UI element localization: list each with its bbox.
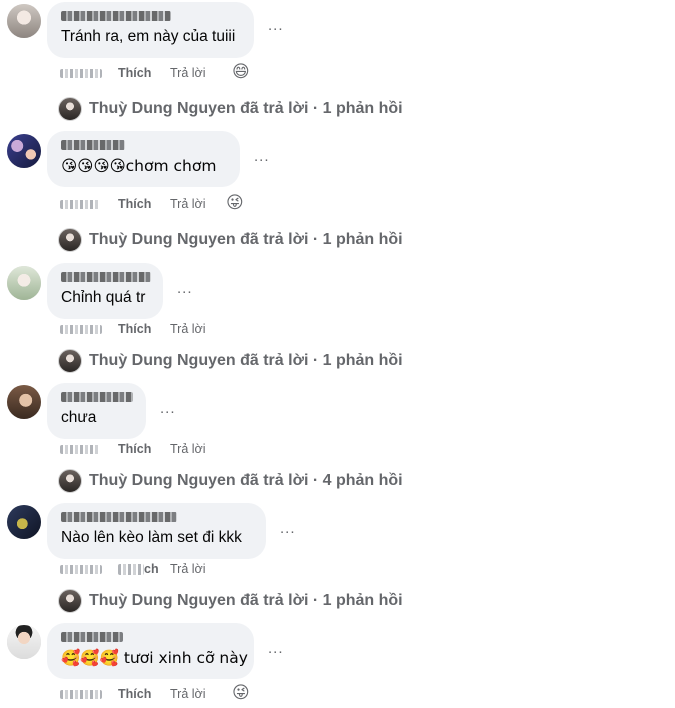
comment-text: Chỉnh quá tr — [61, 289, 146, 306]
avatar[interactable] — [7, 134, 41, 168]
replier-avatar — [58, 469, 82, 493]
reply-button[interactable]: Trả lời — [170, 66, 206, 80]
reply-summary[interactable]: Thuỳ Dung Nguyen đã trả lời · 1 phản hồi — [89, 352, 403, 370]
reply-button[interactable]: Trả lời — [170, 442, 206, 456]
replier-avatar — [58, 349, 82, 373]
comment-actions: Thích Trả lời 😜 — [60, 683, 360, 703]
comment-actions: Thích Trả lời 😄 — [60, 62, 360, 82]
more-options-button[interactable]: ... — [160, 400, 176, 417]
comment-actions: Thích Trả lời — [60, 321, 360, 337]
view-replies-link[interactable]: Thuỳ Dung Nguyen đã trả lời · 1 phản hồi — [58, 349, 403, 373]
more-options-button[interactable]: ... — [268, 17, 284, 34]
blurred-timestamp — [60, 324, 102, 334]
view-replies-link[interactable]: Thuỳ Dung Nguyen đã trả lời · 1 phản hồi — [58, 97, 403, 121]
blurred-author-name[interactable] — [61, 392, 133, 402]
comment-bubble: Nào lên kèo làm set đi kkk — [47, 503, 266, 559]
like-button[interactable]: ch — [144, 562, 159, 576]
comment-text: 🥰🥰🥰 tươi xinh cỡ này — [61, 649, 248, 667]
like-button[interactable]: Thích — [118, 322, 151, 336]
comment-actions: ch Trả lời — [60, 561, 360, 577]
blurred-author-name[interactable] — [61, 632, 123, 642]
blurred-author-name[interactable] — [61, 512, 177, 522]
reply-button[interactable]: Trả lời — [170, 197, 206, 211]
reply-summary[interactable]: Thuỳ Dung Nguyen đã trả lời · 1 phản hồi — [89, 231, 403, 249]
more-options-button[interactable]: ... — [177, 280, 193, 297]
avatar[interactable] — [7, 4, 41, 38]
view-replies-link[interactable]: Thuỳ Dung Nguyen đã trả lời · 4 phản hồi — [58, 469, 403, 493]
reaction-emoji[interactable]: 😜 — [232, 683, 250, 703]
more-options-button[interactable]: ... — [268, 640, 284, 657]
comment-bubble: 😘😘😘😘chơm chơm — [47, 131, 240, 187]
view-replies-link[interactable]: Thuỳ Dung Nguyen đã trả lời · 1 phản hồi — [58, 228, 403, 252]
comment-actions: Thích Trả lời — [60, 441, 360, 457]
replier-avatar — [58, 97, 82, 121]
blurred-timestamp — [60, 68, 102, 78]
like-button[interactable]: Thích — [118, 197, 151, 211]
avatar[interactable] — [7, 385, 41, 419]
blurred-author-name[interactable] — [61, 272, 151, 282]
reply-summary[interactable]: Thuỳ Dung Nguyen đã trả lời · 4 phản hồi — [89, 472, 403, 490]
comment-text: 😘😘😘😘chơm chơm — [61, 157, 217, 175]
blurred-author-name[interactable] — [61, 11, 171, 21]
comment-bubble: Tránh ra, em này của tuiii — [47, 2, 254, 58]
view-replies-link[interactable]: Thuỳ Dung Nguyen đã trả lời · 1 phản hồi — [58, 589, 403, 613]
reply-button[interactable]: Trả lời — [170, 562, 206, 576]
comment-actions: Thích Trả lời 😜 — [60, 193, 360, 213]
blurred-timestamp — [60, 444, 100, 454]
blurred-author-name[interactable] — [61, 140, 125, 150]
reply-button[interactable]: Trả lời — [170, 687, 206, 701]
comment-bubble: 🥰🥰🥰 tươi xinh cỡ này — [47, 623, 254, 679]
blurred-timestamp — [60, 564, 102, 574]
comment-bubble: chưa — [47, 383, 146, 439]
avatar[interactable] — [7, 505, 41, 539]
reply-button[interactable]: Trả lời — [170, 322, 206, 336]
reply-summary[interactable]: Thuỳ Dung Nguyen đã trả lời · 1 phản hồi — [89, 100, 403, 118]
replier-avatar — [58, 228, 82, 252]
avatar[interactable] — [7, 266, 41, 300]
blurred-timestamp — [60, 199, 100, 209]
reply-summary[interactable]: Thuỳ Dung Nguyen đã trả lời · 1 phản hồi — [89, 592, 403, 610]
replier-avatar — [58, 589, 82, 613]
comment-text: chưa — [61, 409, 97, 426]
blurred-like-label — [118, 563, 144, 575]
avatar[interactable] — [7, 625, 41, 659]
more-options-button[interactable]: ... — [254, 148, 270, 165]
like-button[interactable]: Thích — [118, 66, 151, 80]
more-options-button[interactable]: ... — [280, 520, 296, 537]
comment-bubble: Chỉnh quá tr — [47, 263, 163, 319]
comment-text: Tránh ra, em này của tuiii — [61, 28, 236, 45]
reaction-emoji[interactable]: 😜 — [226, 193, 244, 213]
like-button[interactable]: Thích — [118, 687, 151, 701]
like-button[interactable]: Thích — [118, 442, 151, 456]
blurred-timestamp — [60, 689, 102, 699]
reaction-emoji[interactable]: 😄 — [232, 62, 250, 82]
comment-text: Nào lên kèo làm set đi kkk — [61, 529, 242, 546]
